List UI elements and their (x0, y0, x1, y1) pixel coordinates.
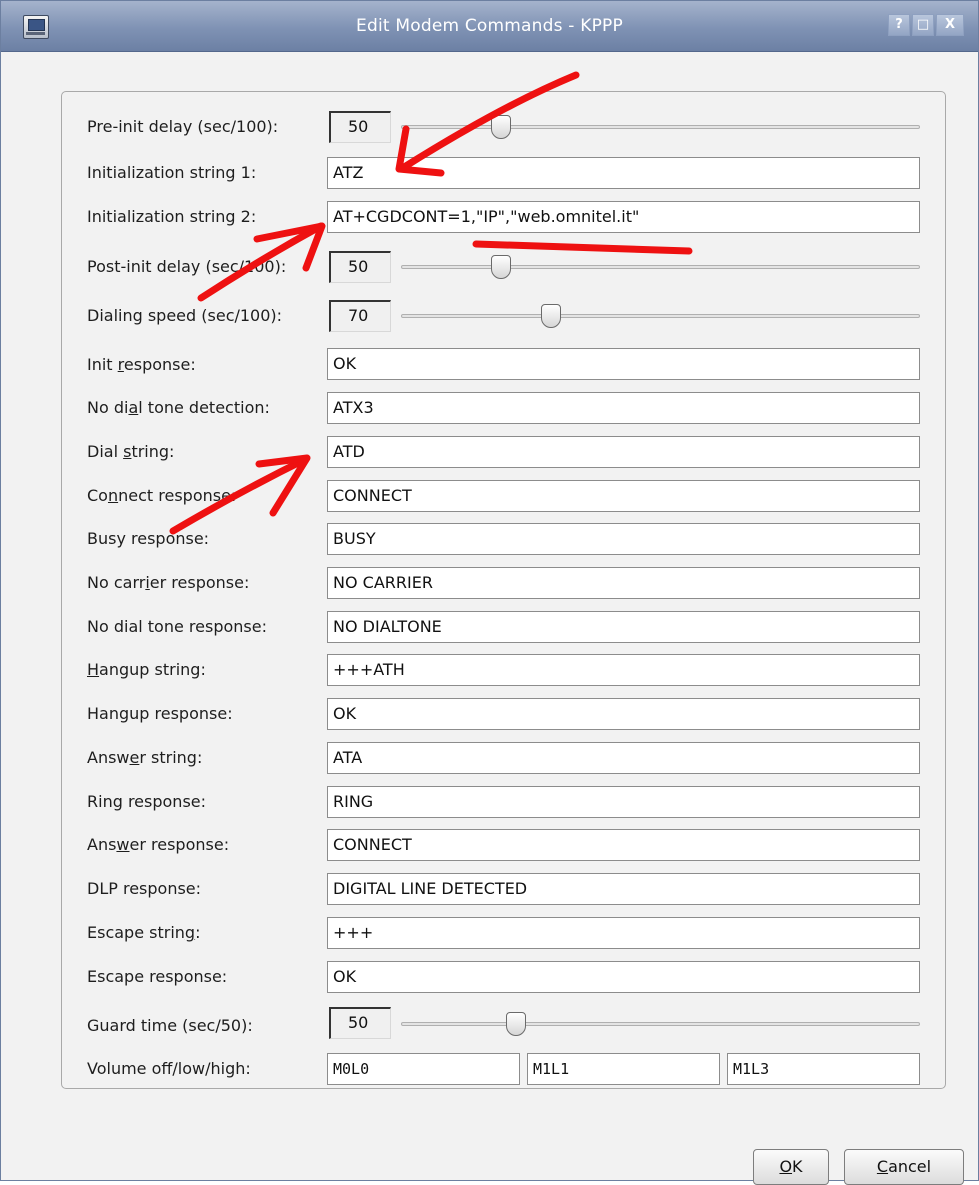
pre-init-delay-slider[interactable] (401, 115, 920, 139)
connect-response-label: Connect response: (87, 486, 237, 505)
no-carrier-response-label: No carrier response: (87, 573, 250, 592)
volume-label: Volume off/low/high: (87, 1059, 251, 1078)
dlp-response-label: DLP response: (87, 879, 202, 898)
volume-low-input[interactable]: M1L1 (527, 1053, 720, 1085)
no-carrier-response-input[interactable]: NO CARRIER (327, 567, 920, 599)
cancel-button[interactable]: Cancel (844, 1149, 964, 1185)
escape-string-input[interactable]: +++ (327, 917, 920, 949)
pre-init-delay-label: Pre-init delay (sec/100): (87, 117, 279, 136)
dialog-window: Edit Modem Commands - KPPP ? □ X Pre-ini… (0, 0, 979, 1185)
init-response-label: Init response: (87, 355, 196, 374)
dialing-speed-spinbox[interactable]: 70 (329, 300, 391, 332)
pre-init-delay-spinbox[interactable]: 50 (329, 111, 391, 143)
hangup-string-label: Hangup string: (87, 660, 206, 679)
hangup-string-input[interactable]: +++ATH (327, 654, 920, 686)
post-init-delay-slider[interactable] (401, 255, 920, 279)
guard-time-label: Guard time (sec/50): (87, 1016, 253, 1035)
ring-response-label: Ring response: (87, 792, 207, 811)
volume-high-input[interactable]: M1L3 (727, 1053, 920, 1085)
hangup-response-input[interactable]: OK (327, 698, 920, 730)
dialing-speed-slider-handle[interactable] (541, 304, 561, 328)
dlp-response-input[interactable]: DIGITAL LINE DETECTED (327, 873, 920, 905)
answer-string-label: Answer string: (87, 748, 203, 767)
ok-button[interactable]: OK (753, 1149, 829, 1185)
busy-response-label: Busy response: (87, 529, 210, 548)
volume-off-input[interactable]: M0L0 (327, 1053, 520, 1085)
hangup-response-label: Hangup response: (87, 704, 233, 723)
no-dial-tone-detection-label: No dial tone detection: (87, 398, 270, 417)
init-string-2-input[interactable]: AT+CGDCONT=1,"IP","web.omnitel.it" (327, 201, 920, 233)
init-string-2-label: Initialization string 2: (87, 207, 257, 226)
ring-response-input[interactable]: RING (327, 786, 920, 818)
escape-string-label: Escape string: (87, 923, 201, 942)
answer-response-input[interactable]: CONNECT (327, 829, 920, 861)
post-init-delay-spinbox[interactable]: 50 (329, 251, 391, 283)
escape-response-label: Escape response: (87, 967, 228, 986)
close-button[interactable]: X (936, 14, 964, 36)
dialing-speed-slider[interactable] (401, 304, 920, 328)
busy-response-input[interactable]: BUSY (327, 523, 920, 555)
guard-time-spinbox[interactable]: 50 (329, 1007, 391, 1039)
init-string-1-label: Initialization string 1: (87, 163, 257, 182)
guard-time-slider-handle[interactable] (506, 1012, 526, 1036)
post-init-delay-label: Post-init delay (sec/100): (87, 257, 287, 276)
window-title: Edit Modem Commands - KPPP (356, 16, 623, 36)
dial-string-label: Dial string: (87, 442, 175, 461)
post-init-delay-slider-handle[interactable] (491, 255, 511, 279)
guard-time-slider[interactable] (401, 1012, 920, 1036)
no-dial-tone-detection-input[interactable]: ATX3 (327, 392, 920, 424)
connect-response-input[interactable]: CONNECT (327, 480, 920, 512)
help-button[interactable]: ? (888, 14, 910, 36)
maximize-button[interactable]: □ (912, 14, 934, 36)
init-string-1-input[interactable]: ATZ (327, 157, 920, 189)
no-dial-tone-response-input[interactable]: NO DIALTONE (327, 611, 920, 643)
title-bar[interactable]: Edit Modem Commands - KPPP ? □ X (1, 1, 978, 52)
escape-response-input[interactable]: OK (327, 961, 920, 993)
no-dial-tone-response-label: No dial tone response: (87, 617, 267, 636)
init-response-input[interactable]: OK (327, 348, 920, 380)
dialing-speed-label: Dialing speed (sec/100): (87, 306, 283, 325)
answer-string-input[interactable]: ATA (327, 742, 920, 774)
answer-response-label: Answer response: (87, 835, 230, 854)
pre-init-delay-slider-handle[interactable] (491, 115, 511, 139)
dial-string-input[interactable]: ATD (327, 436, 920, 468)
